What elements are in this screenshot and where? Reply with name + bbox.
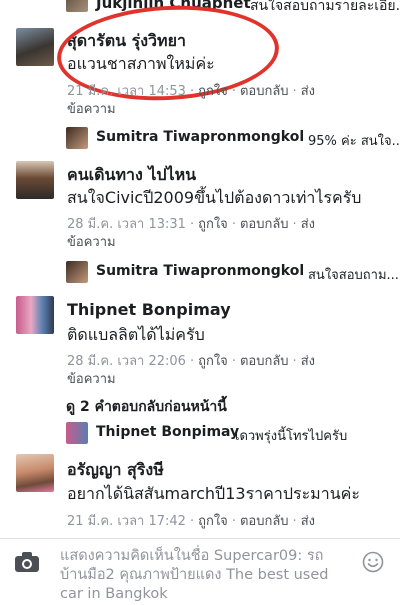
send-message-link[interactable]: ส่ง [301, 217, 315, 232]
smiley-icon[interactable] [362, 551, 384, 573]
comment-timestamp: 21 มี.ค. เวลา 14:53 [67, 84, 186, 99]
avatar[interactable] [16, 28, 54, 66]
reply-link[interactable]: ตอบกลับ [240, 514, 289, 529]
avatar[interactable] [66, 127, 88, 149]
reply-link[interactable]: ตอบกลับ [240, 354, 289, 369]
comment-timestamp: 21 มี.ค. เวลา 17:42 [67, 514, 186, 529]
avatar[interactable] [16, 296, 54, 334]
reply-author-name[interactable]: Sumitra Tiwapronmongkol [96, 263, 304, 279]
comment-text: อยากได้นิสสันmarchปี13ราคาประมานค่ะ [67, 484, 360, 503]
camera-icon[interactable] [14, 551, 40, 573]
reply-text: สนใจสอบถาม... [308, 268, 399, 283]
comment-meta: 21 มี.ค. เวลา 17:42 · ถูกใจ · ตอบกลับ · ส่ง [67, 514, 315, 529]
avatar[interactable] [16, 161, 54, 199]
comment-timestamp: 28 มี.ค. เวลา 13:31 [67, 217, 186, 232]
avatar[interactable] [16, 454, 54, 492]
comment-author-name[interactable]: อรัญญา สุริงษี [67, 458, 164, 483]
like-link[interactable]: ถูกใจ [198, 217, 228, 232]
like-link[interactable]: ถูกใจ [198, 354, 228, 369]
avatar[interactable] [66, 422, 88, 444]
reply-text: สนใจสอบถามรายละเอีย... [250, 0, 400, 14]
reply-author-name[interactable]: Sumitra Tiwapronmongkol [96, 129, 304, 145]
reply-text: เดวพรุ่งนี้โทรไปครับ [235, 429, 348, 444]
comment-feed: Jukjinjin Chuaphet สนใจสอบถามรายละเอีย..… [0, 0, 400, 538]
avatar[interactable] [66, 0, 88, 12]
send-message-link[interactable]: ส่ง [301, 84, 315, 99]
comment-author-name[interactable]: คนเดินทาง ไปไหน [67, 163, 196, 188]
like-link[interactable]: ถูกใจ [198, 84, 228, 99]
reply-author-name[interactable]: Thipnet Bonpimay [96, 424, 239, 440]
send-message-link[interactable]: ส่ง [301, 354, 315, 369]
send-message-link[interactable]: ส่ง [301, 514, 315, 529]
send-message-link-cont[interactable]: ข้อความ [67, 368, 116, 389]
reply-link[interactable]: ตอบกลับ [240, 217, 289, 232]
comment-timestamp: 28 มี.ค. เวลา 22:06 [67, 354, 186, 369]
comment-text: สนใจCivicปี2009ขึ้นไปต้องดาวเท่าไรครับ [67, 188, 362, 207]
reply-text: 95% ค่ะ สนใจ... [308, 134, 400, 149]
like-link[interactable]: ถูกใจ [198, 514, 228, 529]
view-previous-replies[interactable]: ดู 2 คำตอบกลับก่อนหน้านี้ [66, 396, 227, 418]
comment-author-name[interactable]: Thipnet Bonpimay [67, 300, 231, 319]
comment-composer [0, 538, 400, 605]
comment-text: ติดแบลลิตได้ไม่ครับ [67, 325, 205, 344]
comment-input[interactable] [58, 545, 352, 605]
send-message-link-cont[interactable]: ข้อความ [67, 231, 116, 252]
avatar[interactable] [66, 261, 88, 283]
reply-link[interactable]: ตอบกลับ [240, 84, 289, 99]
send-message-link-cont[interactable]: ข้อความ [67, 98, 116, 119]
